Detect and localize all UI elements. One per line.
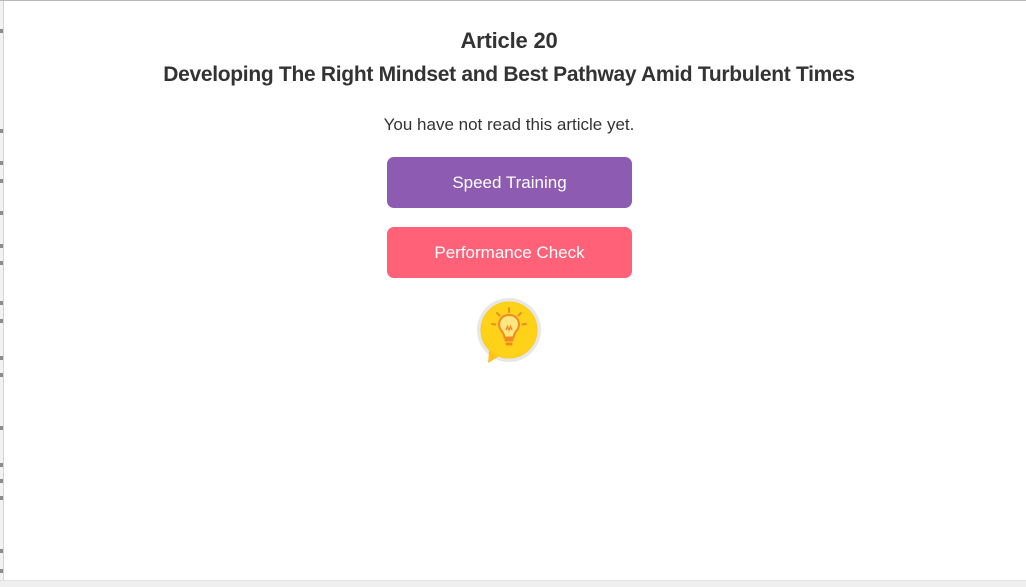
edge-mark [0,179,3,183]
edge-mark [0,549,3,553]
edge-mark [0,319,3,323]
article-number: Article 20 [460,28,558,53]
edge-mark [0,426,3,430]
edge-mark [0,244,3,248]
edge-mark [0,161,3,165]
edge-mark [0,261,3,265]
speed-training-button[interactable]: Speed Training [387,157,632,208]
background-window-edge [0,1,4,587]
edge-mark [0,463,3,467]
app-window: Article 20 Developing The Right Mindset … [0,0,1026,587]
edge-mark [0,301,3,305]
lightbulb-speech-bubble-icon [477,298,541,363]
edge-mark [0,496,3,500]
edge-mark [0,479,3,483]
edge-mark [0,356,3,360]
performance-check-button[interactable]: Performance Check [387,227,632,278]
bottom-scroll-area [0,580,1026,587]
edge-mark [0,211,3,215]
edge-mark [0,569,3,573]
edge-mark [0,373,3,377]
article-title: Developing The Right Mindset and Best Pa… [163,63,855,86]
hint-button[interactable] [476,297,542,365]
read-status-text: You have not read this article yet. [383,115,635,134]
